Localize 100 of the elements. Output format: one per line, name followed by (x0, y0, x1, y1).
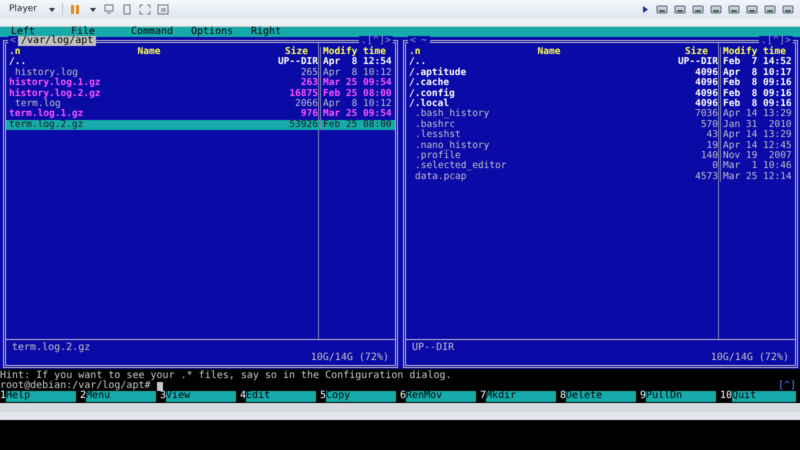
panel-corner[interactable]: .[^]> (758, 36, 793, 46)
key-number: 1 (0, 391, 6, 402)
file-row[interactable]: .bashrc 570 Jan 31 2010 (406, 120, 795, 130)
device-icon[interactable] (121, 4, 134, 14)
disk-usage: 10G/14G (72%) (710, 353, 789, 363)
column-header[interactable]: Size (275, 47, 321, 58)
file-name: /.aptitude (408, 68, 468, 78)
device-icon[interactable] (728, 4, 740, 14)
function-key[interactable]: View (166, 391, 236, 402)
file-size: 140 (675, 151, 721, 162)
device-icon[interactable] (710, 4, 722, 14)
panel-corner[interactable]: [^] (778, 381, 796, 391)
device-icon[interactable] (746, 4, 758, 14)
column-header[interactable]: Size (675, 47, 721, 58)
file-size: 4096 (675, 78, 721, 89)
file-time: Jan 31 2010 (722, 120, 793, 130)
column-header[interactable]: Name (423, 47, 675, 58)
key-number: 3 (160, 391, 166, 402)
column-header[interactable]: Name (23, 47, 275, 58)
file-row[interactable]: .selected_editor 0 Mar 1 10:46 (406, 161, 795, 172)
file-name: .profile (414, 151, 461, 162)
file-time: Mar 25 09:54 (322, 78, 393, 88)
key-number: 6 (400, 391, 406, 402)
function-key[interactable]: Quit (732, 391, 796, 402)
function-key[interactable]: Menu (86, 391, 156, 402)
file-size: 4096 (675, 99, 721, 110)
fullscreen-icon[interactable] (139, 4, 152, 14)
key-number: 7 (480, 391, 486, 402)
hint-line: Hint: If you want to see your .* files, say so in the Configuration dialog. (0, 371, 453, 381)
function-key[interactable]: Mkdir (486, 391, 556, 402)
file-time: Apr 14 13:29 (722, 109, 793, 120)
function-key[interactable]: Edit (246, 391, 316, 402)
menu-item[interactable]: Right (251, 27, 311, 37)
panel-status: term.log.2.gz (12, 343, 92, 353)
file-row[interactable]: data.pcap 4573 Mar 25 12:14 (406, 172, 795, 182)
file-row[interactable]: history.log.1.gz 263 Mar 25 09:54 (6, 78, 395, 89)
column-header[interactable]: .n (9, 47, 23, 58)
file-row[interactable]: .bash_history 7036 Apr 14 13:29 (406, 109, 795, 120)
file-name: data.pcap (414, 172, 468, 182)
function-key[interactable]: Delete (566, 391, 636, 402)
file-size: 265 (275, 68, 321, 78)
device-icon[interactable] (674, 4, 686, 14)
file-time: Mar 25 09:54 (322, 109, 393, 120)
file-row[interactable]: history.log.2.gz 16875 Feb 25 08:00 (6, 88, 395, 100)
file-time: Apr 8 12:54 (322, 57, 393, 68)
menu-item[interactable]: Command (131, 27, 191, 37)
function-key[interactable]: PullDn (646, 391, 716, 402)
disk-usage: 10G/14G (72%) (310, 353, 389, 363)
file-row[interactable]: .nano_history 19 Apr 14 12:45 (406, 140, 795, 152)
file-row[interactable]: term.log 2066 Apr 8 10:12 (6, 99, 395, 110)
window-icon[interactable] (157, 4, 170, 14)
menu-item[interactable]: Options (191, 27, 251, 37)
player-menu[interactable]: Player (6, 3, 40, 15)
column-header[interactable]: Modify time (321, 47, 395, 58)
cursor (156, 382, 163, 390)
panel-corner[interactable]: .[^]> (358, 36, 393, 46)
file-name: term.log.2.gz (8, 120, 84, 130)
column-header[interactable]: Modify time (721, 47, 795, 58)
function-key[interactable]: Copy (326, 391, 396, 402)
file-row[interactable]: /.. UP--DIR Feb 7 14:52 (406, 57, 795, 68)
file-name: .bash_history (414, 109, 490, 120)
file-size: 7036 (675, 109, 721, 120)
file-name: term.log (15, 99, 61, 110)
device-icon[interactable] (656, 4, 668, 14)
device-icon[interactable] (782, 4, 794, 14)
file-time: Mar 25 12:14 (722, 172, 793, 182)
file-name: .bashrc (414, 120, 456, 130)
file-time: Feb 25 08:00 (322, 120, 393, 130)
file-row[interactable]: .lesshst 43 Apr 14 13:29 (406, 130, 795, 141)
file-size: UP--DIR (275, 57, 321, 68)
computer-icon[interactable] (103, 4, 116, 14)
file-time: Apr 14 13:29 (722, 130, 793, 141)
file-time: Feb 8 09:16 (722, 78, 793, 88)
file-row[interactable]: /.. UP--DIR Apr 8 12:54 (6, 57, 395, 68)
file-row[interactable]: .profile 140 Nov 19 2007 (406, 151, 795, 162)
file-row[interactable]: /.aptitude 4096 Apr 8 10:17 (406, 68, 795, 78)
file-row[interactable]: /.local 4096 Feb 8 09:16 (406, 99, 795, 110)
file-row[interactable]: /.cache 4096 Feb 8 09:16 (406, 78, 795, 89)
column-header[interactable]: .n (409, 47, 423, 58)
menu-item[interactable]: File (71, 27, 131, 37)
function-key[interactable]: Help (6, 391, 76, 402)
device-icon[interactable] (692, 4, 704, 14)
file-name: /.. (408, 57, 426, 68)
device-icon[interactable] (764, 4, 776, 14)
file-name: history.log.2.gz (8, 88, 102, 99)
file-time: Apr 14 12:45 (722, 140, 793, 151)
file-row[interactable]: /.config 4096 Feb 8 09:16 (406, 88, 795, 100)
shell-prompt: root@debian:/var/log/apt# (0, 381, 151, 391)
file-time: Feb 7 14:52 (722, 57, 793, 68)
function-key[interactable]: RenMov (406, 391, 476, 402)
file-size: 0 (675, 161, 721, 172)
file-name: .selected_editor (414, 161, 508, 172)
file-size: 16875 (275, 88, 321, 100)
key-number: 10 (720, 391, 732, 402)
file-row[interactable]: term.log.2.gz 53926 Feb 25 08:00 (6, 120, 395, 130)
file-name: history.log.1.gz (8, 78, 102, 88)
file-row[interactable]: history.log 265 Apr 8 10:12 (6, 68, 395, 78)
arrow-icon[interactable] (640, 4, 650, 14)
file-name: .nano_history (414, 140, 490, 151)
menu-item[interactable]: Left (11, 27, 71, 37)
